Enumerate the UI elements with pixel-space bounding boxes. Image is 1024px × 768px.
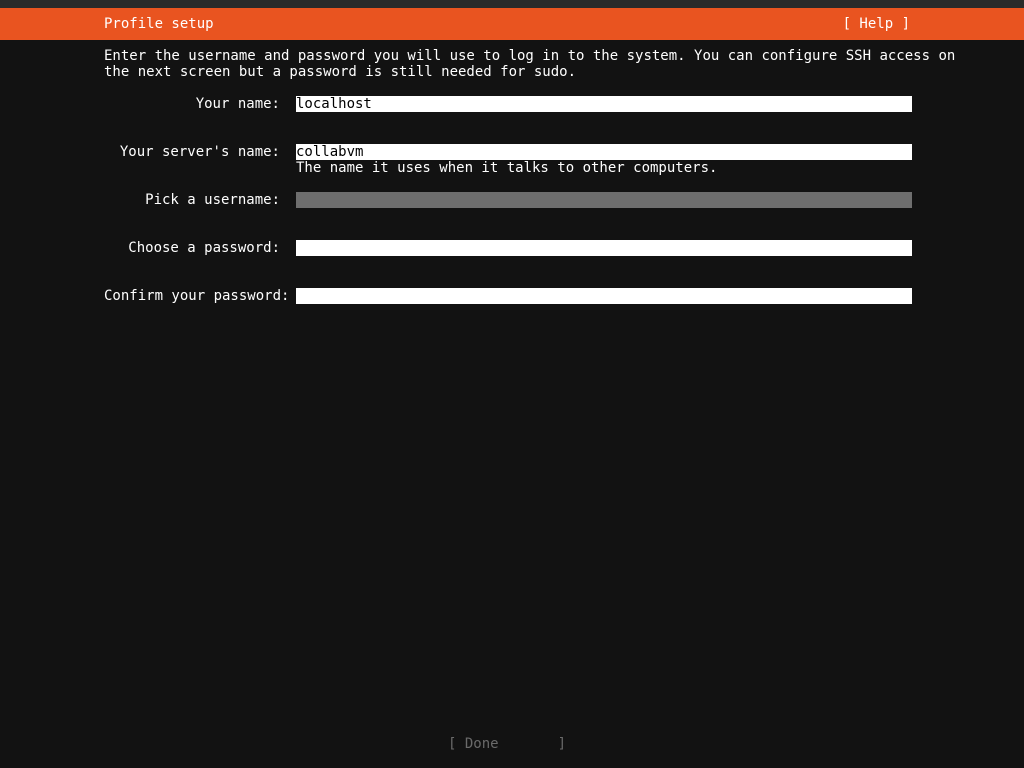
your-name-label: Your name: [195, 96, 280, 112]
password-input[interactable] [296, 240, 912, 256]
username-label: Pick a username: [145, 192, 280, 208]
username-input[interactable] [296, 192, 912, 208]
intro-text: Enter the username and password you will… [104, 48, 955, 80]
done-button[interactable]: [ Done ] [448, 736, 566, 752]
intro-line-2: the next screen but a password is still … [104, 64, 577, 80]
page-title: Profile setup [104, 16, 214, 32]
top-strip [0, 0, 1024, 8]
password-label: Choose a password: [128, 240, 280, 256]
server-name-hint: The name it uses when it talks to other … [296, 160, 718, 176]
your-name-input[interactable] [296, 96, 912, 112]
help-button[interactable]: [ Help ] [843, 16, 910, 32]
server-name-label: Your server's name: [119, 144, 280, 160]
confirm-password-label: Confirm your password: [104, 288, 290, 304]
title-bar: Profile setup [ Help ] [0, 8, 1024, 40]
intro-line-1: Enter the username and password you will… [104, 48, 956, 64]
confirm-password-input[interactable] [296, 288, 912, 304]
server-name-input[interactable] [296, 144, 912, 160]
